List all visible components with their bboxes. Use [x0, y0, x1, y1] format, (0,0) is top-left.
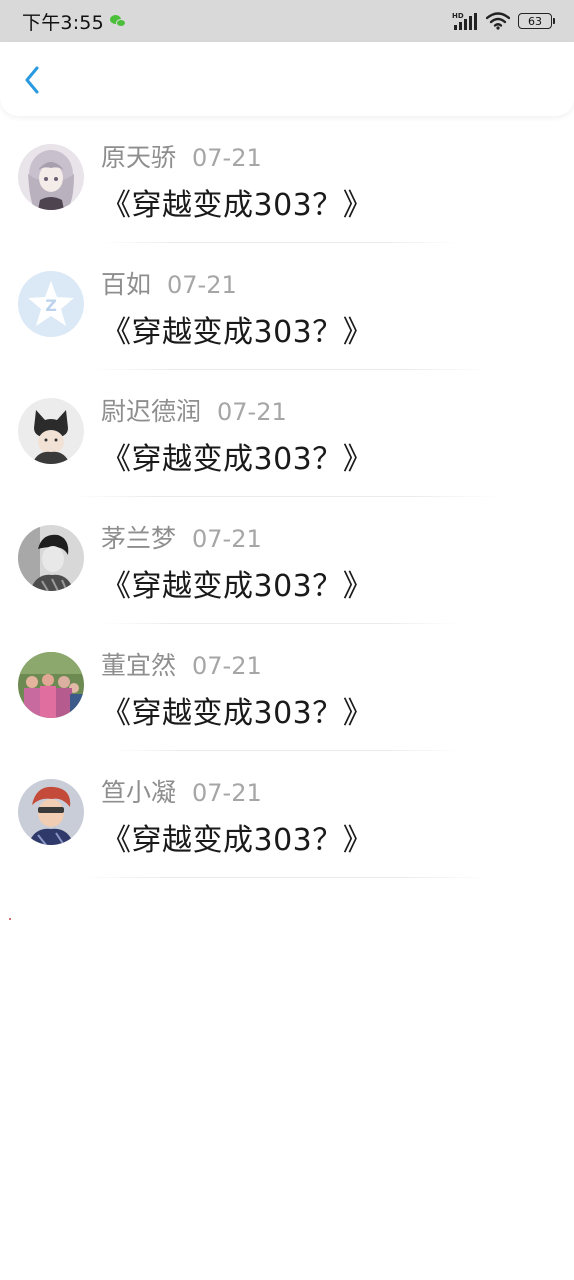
story-title[interactable]: 《穿越变成303？》 — [101, 561, 373, 605]
status-left: 下午3:55 — [22, 8, 126, 35]
bw-portrait-avatar[interactable] — [18, 525, 84, 591]
wechat-icon — [109, 14, 126, 28]
post-date: 07-21 — [192, 144, 262, 172]
post-date: 07-21 — [192, 525, 262, 553]
story-title[interactable]: 《穿越变成303？》 — [101, 815, 373, 859]
list-item[interactable]: 原天骄 07-21 《穿越变成303？》 — [0, 116, 574, 243]
battery-icon: 63 — [518, 13, 555, 29]
list-item[interactable]: 董宜然 07-21 《穿越变成303？》 — [0, 624, 574, 751]
status-right: HD 63 — [452, 11, 555, 31]
divider — [80, 877, 490, 878]
list-item[interactable]: 笪小凝 07-21 《穿越变成303？》 — [0, 751, 574, 878]
post-date: 07-21 — [167, 271, 237, 299]
nav-bar — [0, 42, 574, 116]
back-button[interactable] — [18, 64, 46, 96]
chevron-left-icon — [25, 66, 39, 94]
story-title[interactable]: 《穿越变成303？》 — [101, 180, 373, 224]
status-time: 下午3:55 — [22, 11, 104, 34]
author-name: 原天骄 — [101, 143, 177, 172]
comment-list: 原天骄 07-21 《穿越变成303？》 Z 百如 07-21 《穿越变成303… — [0, 116, 574, 878]
wifi-icon — [486, 12, 510, 30]
story-title[interactable]: 《穿越变成303？》 — [101, 307, 373, 351]
svg-text:Z: Z — [45, 296, 57, 315]
anime-girl-avatar[interactable] — [18, 144, 84, 210]
qq-default-avatar[interactable]: Z — [18, 271, 84, 337]
status-bar: 下午3:55 HD 63 — [0, 0, 574, 42]
svg-text:HD: HD — [452, 12, 464, 20]
author-name: 百如 — [101, 270, 152, 299]
author-name: 尉迟德润 — [101, 397, 202, 426]
story-title[interactable]: 《穿越变成303？》 — [101, 434, 373, 478]
post-date: 07-21 — [217, 398, 287, 426]
hd-signal-icon: HD — [452, 12, 477, 30]
anime-boy-avatar[interactable] — [18, 779, 84, 845]
list-item[interactable]: 尉迟德润 07-21 《穿越变成303？》 — [0, 370, 574, 497]
group-photo-avatar[interactable] — [18, 652, 84, 718]
list-item[interactable]: Z 百如 07-21 《穿越变成303？》 — [0, 243, 574, 370]
battery-level: 63 — [528, 14, 542, 28]
stray-dot — [9, 918, 11, 920]
post-date: 07-21 — [192, 652, 262, 680]
list-item[interactable]: 茅兰梦 07-21 《穿越变成303？》 — [0, 497, 574, 624]
author-name: 茅兰梦 — [101, 524, 177, 553]
post-date: 07-21 — [192, 779, 262, 807]
story-title[interactable]: 《穿越变成303？》 — [101, 688, 373, 732]
author-name: 董宜然 — [101, 651, 177, 680]
author-name: 笪小凝 — [101, 778, 177, 807]
cat-hat-avatar[interactable] — [18, 398, 84, 464]
